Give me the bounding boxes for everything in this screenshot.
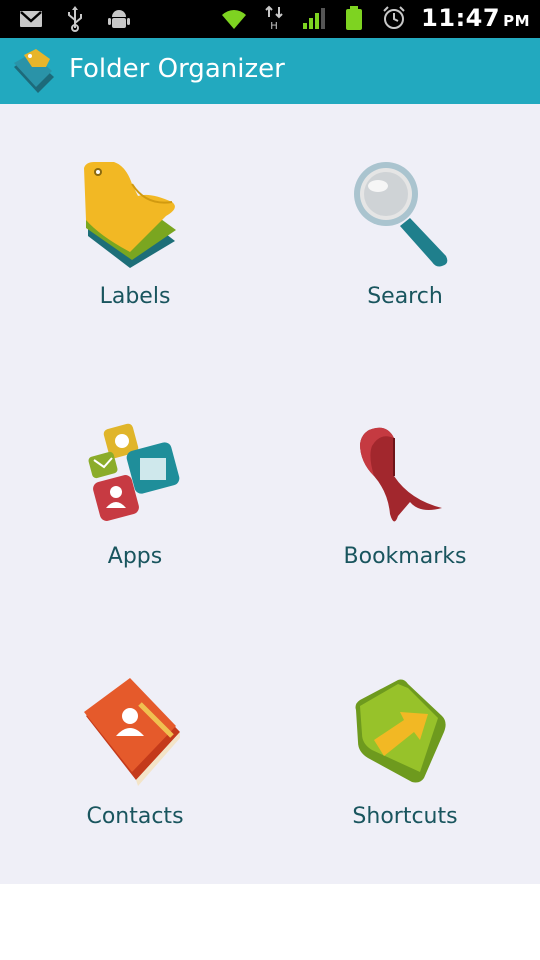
svg-text:H: H (270, 21, 278, 31)
battery-icon (346, 6, 363, 30)
folder-grid: Labels Search Apps Bookmarks Contacts Sh… (0, 104, 540, 884)
tile-label: Shortcuts (352, 804, 458, 829)
tile-label: Search (367, 284, 443, 309)
status-bar: H 11:47 PM (0, 0, 540, 38)
data-hspa-icon: H (265, 5, 283, 31)
tile-apps[interactable]: Apps (0, 364, 270, 624)
tile-label: Contacts (86, 804, 184, 829)
tile-labels[interactable]: Labels (0, 104, 270, 364)
tile-search[interactable]: Search (270, 104, 540, 364)
app-header: Folder Organizer (0, 38, 540, 104)
usb-icon (68, 6, 82, 32)
tile-shortcuts[interactable]: Shortcuts (270, 624, 540, 884)
page-title: Folder Organizer (69, 54, 285, 84)
magnifier-icon (354, 162, 448, 267)
tile-contacts[interactable]: Contacts (0, 624, 270, 884)
clock: 11:47 PM (421, 4, 530, 32)
empty-footer-area (0, 884, 540, 960)
signal-icon (303, 8, 326, 29)
shortcut-arrow-icon (355, 679, 446, 783)
apps-icon (88, 423, 180, 521)
tile-label: Labels (99, 284, 171, 309)
bookmark-ribbon-icon (360, 427, 442, 522)
wifi-icon (222, 10, 247, 29)
labels-icon (84, 162, 176, 268)
tile-label: Apps (107, 544, 163, 569)
tile-label: Bookmarks (343, 544, 467, 569)
gmail-icon (20, 11, 42, 27)
alarm-icon (383, 6, 405, 29)
tile-bookmarks[interactable]: Bookmarks (270, 364, 540, 624)
contacts-book-icon (84, 678, 180, 786)
android-debug-icon (108, 10, 130, 28)
folder-organizer-logo-icon[interactable] (10, 45, 58, 97)
